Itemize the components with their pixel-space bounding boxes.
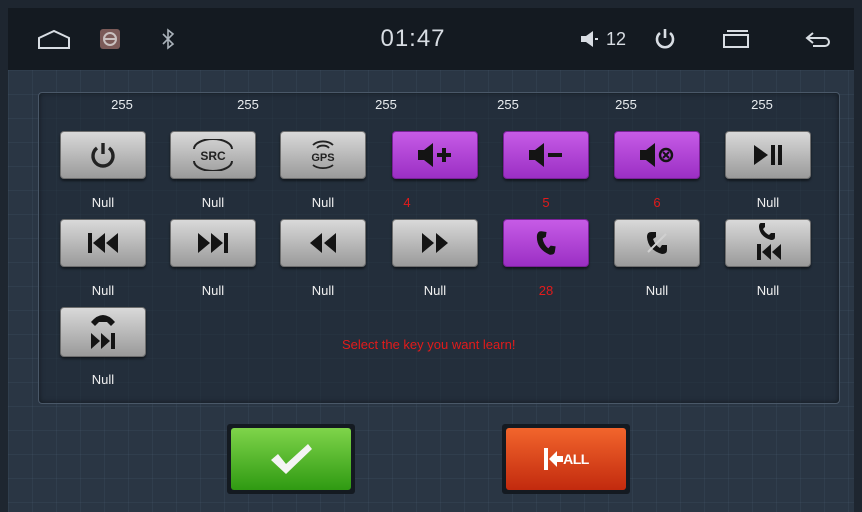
key-next-track[interactable] [170, 219, 256, 267]
power-icon[interactable] [648, 8, 682, 70]
key-label-previous-track: Null [91, 283, 115, 298]
volume-down-icon [529, 143, 562, 167]
key-label-volume-up: 4 [403, 195, 411, 210]
clear-all-arrow-icon [544, 448, 564, 470]
top-value-3: 255 [375, 97, 397, 112]
phone-hangup-icon [647, 232, 667, 254]
key-label-fast-forward: Null [423, 283, 447, 298]
src-icon: SRC [193, 139, 233, 171]
key-src[interactable]: SRC [170, 131, 256, 179]
key-previous-track[interactable] [60, 219, 146, 267]
key-label-mute: 6 [653, 195, 661, 210]
gps-icon: GPS [311, 140, 335, 169]
status-bar: 01:47 12 [8, 8, 854, 70]
key-gps[interactable]: GPS [280, 131, 366, 179]
checkmark-icon [271, 444, 312, 474]
key-fast-forward[interactable] [392, 219, 478, 267]
key-label-phone-previous: Null [756, 283, 780, 298]
phone-answer-icon [536, 231, 556, 255]
clear-all-label: ALL [563, 451, 589, 467]
confirm-button[interactable] [231, 428, 351, 490]
key-label-volume-down: 5 [542, 195, 550, 210]
steering-app-icon[interactable] [94, 8, 126, 70]
next-track-icon [198, 233, 228, 253]
top-value-2: 255 [237, 97, 259, 112]
home-icon[interactable] [32, 8, 76, 70]
recent-apps-icon[interactable] [716, 8, 756, 70]
speaker-icon [580, 31, 598, 47]
key-label-play-pause: Null [756, 195, 780, 210]
key-phone-hangup[interactable] [614, 219, 700, 267]
svg-text:GPS: GPS [311, 152, 334, 164]
key-phone-next[interactable] [60, 307, 146, 357]
key-play-pause[interactable] [725, 131, 811, 179]
top-value-6: 255 [751, 97, 773, 112]
key-power[interactable] [60, 131, 146, 179]
top-value-5: 255 [615, 97, 637, 112]
key-label-power: Null [91, 195, 115, 210]
key-label-src: Null [201, 195, 225, 210]
clear-all-button[interactable]: ALL [506, 428, 626, 490]
confirm-button-frame [227, 424, 355, 494]
phone-next-icon [91, 315, 115, 349]
fast-forward-icon [422, 233, 448, 253]
phone-previous-icon [757, 223, 781, 260]
key-label-next-track: Null [201, 283, 225, 298]
instruction-text: Select the key you want learn! [342, 337, 516, 352]
volume-indicator[interactable]: 12 [568, 8, 638, 70]
mute-icon [640, 143, 674, 167]
key-label-gps: Null [311, 195, 335, 210]
bluetooth-icon [156, 8, 180, 70]
top-value-1: 255 [111, 97, 133, 112]
previous-track-icon [88, 233, 118, 253]
top-value-4: 255 [497, 97, 519, 112]
key-label-phone-hangup: Null [645, 283, 669, 298]
svg-text:SRC: SRC [200, 149, 226, 163]
clock: 01:47 [380, 25, 446, 52]
key-phone-answer[interactable] [503, 219, 589, 267]
key-phone-previous[interactable] [725, 219, 811, 267]
key-volume-up[interactable] [392, 131, 478, 179]
volume-up-icon [418, 143, 451, 167]
key-mute[interactable] [614, 131, 700, 179]
play-pause-icon [754, 145, 782, 165]
back-icon[interactable] [798, 8, 838, 70]
key-label-phone-answer: 28 [538, 283, 554, 298]
key-rewind[interactable] [280, 219, 366, 267]
key-volume-down[interactable] [503, 131, 589, 179]
clear-all-button-frame: ALL [502, 424, 630, 494]
volume-value: 12 [605, 28, 627, 49]
rewind-icon [310, 233, 336, 253]
key-label-phone-next: Null [91, 372, 115, 387]
power-icon [91, 143, 115, 168]
key-label-rewind: Null [311, 283, 335, 298]
